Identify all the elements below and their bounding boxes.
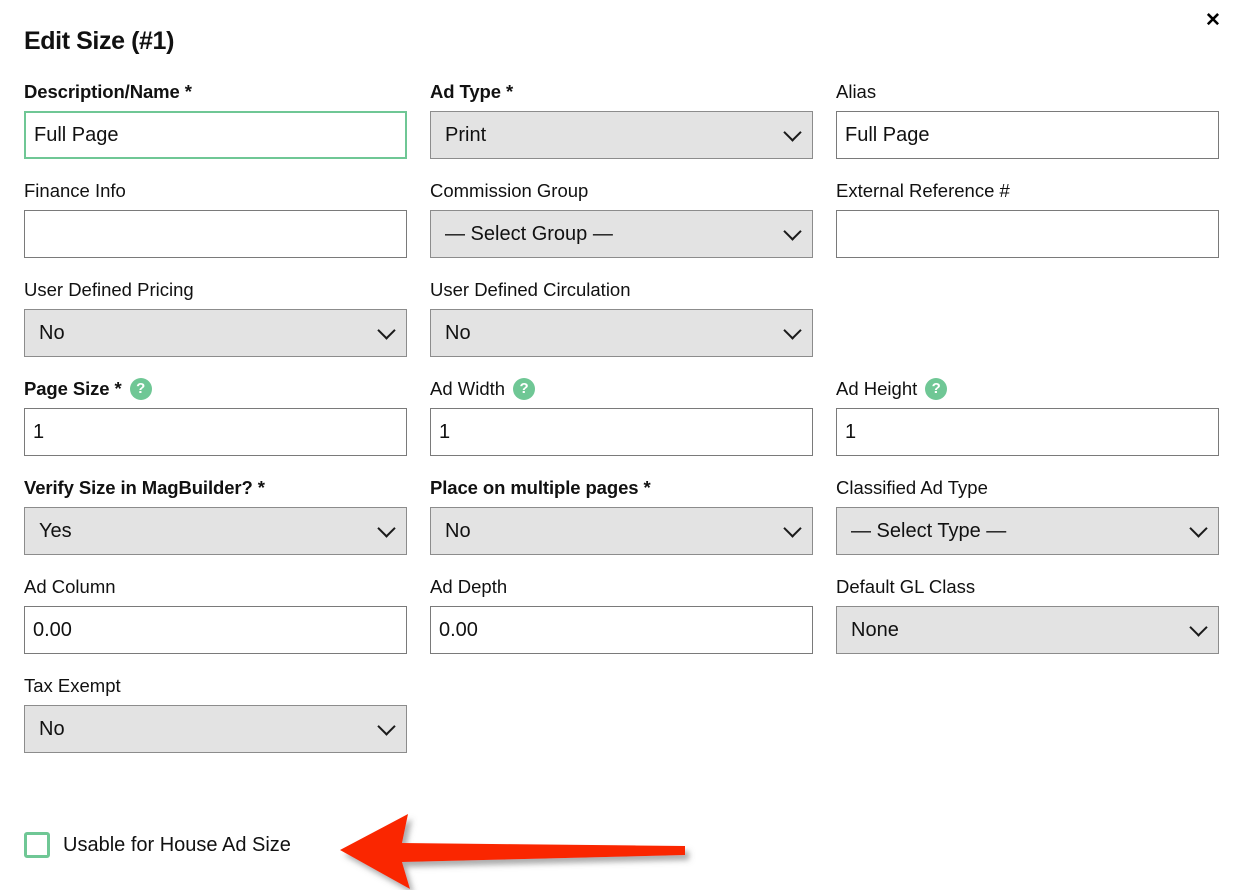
chevron-down-icon [786, 324, 800, 338]
user-defined-circulation-select[interactable]: No [430, 309, 813, 357]
field-user-defined-circulation: User Defined Circulation No [430, 278, 813, 357]
page-title: Edit Size (#1) [24, 27, 174, 55]
chevron-down-icon [1192, 522, 1206, 536]
commission-group-value: — Select Group — [445, 222, 613, 245]
help-icon[interactable]: ? [513, 378, 536, 400]
help-icon[interactable]: ? [925, 378, 948, 400]
classified-ad-type-select[interactable]: — Select Type — [836, 507, 1219, 555]
field-description-name: Description/Name * Full Page [24, 80, 407, 159]
row-spacer [24, 654, 1219, 674]
annotation-arrow-icon [340, 814, 685, 889]
field-classified-ad-type: Classified Ad Type — Select Type — [836, 476, 1219, 555]
close-icon[interactable]: ✕ [1200, 8, 1226, 34]
default-gl-class-value: None [851, 618, 899, 641]
tax-exempt-value: No [39, 717, 65, 740]
row-spacer [24, 555, 1219, 575]
label-ad-height-text: Ad Height [836, 378, 918, 399]
chevron-down-icon [380, 522, 394, 536]
chevron-down-icon [380, 720, 394, 734]
label-ad-width: Ad Width ? [430, 377, 813, 401]
label-ad-type: Ad Type * [430, 81, 514, 102]
field-page-size: Page Size * ? 1 [24, 377, 407, 456]
label-page-size: Page Size * ? [24, 377, 407, 401]
label-page-size-text: Page Size * [24, 378, 122, 399]
verify-size-value: Yes [39, 519, 72, 542]
label-ad-height: Ad Height ? [836, 377, 1219, 401]
place-multiple-pages-select[interactable]: No [430, 507, 813, 555]
row-spacer [24, 357, 1219, 377]
label-user-defined-pricing: User Defined Pricing [24, 279, 194, 300]
ad-column-input[interactable]: 0.00 [24, 606, 407, 654]
field-ad-height: Ad Height ? 1 [836, 377, 1219, 456]
alias-input[interactable]: Full Page [836, 111, 1219, 159]
label-finance-info: Finance Info [24, 180, 126, 201]
external-reference-input[interactable] [836, 210, 1219, 258]
tax-exempt-select[interactable]: No [24, 705, 407, 753]
ad-type-value: Print [445, 123, 487, 146]
label-ad-depth: Ad Depth [430, 576, 508, 597]
label-tax-exempt: Tax Exempt [24, 675, 121, 696]
label-place-multiple-pages: Place on multiple pages * [430, 477, 651, 498]
page-size-input[interactable]: 1 [24, 408, 407, 456]
field-usable-house-ad-size: Usable for House Ad Size [24, 832, 291, 858]
label-user-defined-circulation: User Defined Circulation [430, 279, 631, 300]
usable-house-ad-size-checkbox[interactable] [24, 832, 50, 858]
field-default-gl-class: Default GL Class None [836, 575, 1219, 654]
label-description-name: Description/Name * [24, 81, 192, 102]
field-external-reference: External Reference # [836, 179, 1219, 258]
label-ad-column: Ad Column [24, 576, 116, 597]
ad-height-input[interactable]: 1 [836, 408, 1219, 456]
field-commission-group: Commission Group — Select Group — [430, 179, 813, 258]
user-defined-pricing-value: No [39, 321, 65, 344]
verify-size-select[interactable]: Yes [24, 507, 407, 555]
field-finance-info: Finance Info [24, 179, 407, 258]
form-row-2: Finance Info Commission Group — Select G… [24, 179, 1219, 258]
form-row-7: Tax Exempt No [24, 674, 1219, 753]
field-ad-depth: Ad Depth 0.00 [430, 575, 813, 654]
usable-house-ad-size-label: Usable for House Ad Size [63, 833, 291, 856]
commission-group-select[interactable]: — Select Group — [430, 210, 813, 258]
label-default-gl-class: Default GL Class [836, 576, 976, 597]
user-defined-circulation-value: No [445, 321, 471, 344]
label-ad-width-text: Ad Width [430, 378, 506, 399]
edit-size-form: Description/Name * Full Page Ad Type * P… [24, 80, 1219, 753]
label-external-reference: External Reference # [836, 180, 1010, 201]
field-ad-width: Ad Width ? 1 [430, 377, 813, 456]
field-verify-size: Verify Size in MagBuilder? * Yes [24, 476, 407, 555]
form-row-4: Page Size * ? 1 Ad Width ? 1 Ad Height ?… [24, 377, 1219, 456]
field-user-defined-pricing: User Defined Pricing No [24, 278, 407, 357]
place-multiple-pages-value: No [445, 519, 471, 542]
help-icon[interactable]: ? [129, 378, 152, 400]
form-row-3: User Defined Pricing No User Defined Cir… [24, 278, 1219, 357]
label-commission-group: Commission Group [430, 180, 589, 201]
finance-info-input[interactable] [24, 210, 407, 258]
label-alias: Alias [836, 81, 877, 102]
row-spacer [24, 159, 1219, 179]
chevron-down-icon [786, 225, 800, 239]
user-defined-pricing-select[interactable]: No [24, 309, 407, 357]
ad-depth-input[interactable]: 0.00 [430, 606, 813, 654]
ad-type-select[interactable]: Print [430, 111, 813, 159]
classified-ad-type-value: — Select Type — [851, 519, 1007, 542]
form-row-6: Ad Column 0.00 Ad Depth 0.00 Default GL … [24, 575, 1219, 654]
label-classified-ad-type: Classified Ad Type [836, 477, 988, 498]
field-alias: Alias Full Page [836, 80, 1219, 159]
chevron-down-icon [380, 324, 394, 338]
description-name-input[interactable]: Full Page [24, 111, 407, 159]
form-row-1: Description/Name * Full Page Ad Type * P… [24, 80, 1219, 159]
row-spacer [24, 456, 1219, 476]
field-place-multiple-pages: Place on multiple pages * No [430, 476, 813, 555]
ad-width-input[interactable]: 1 [430, 408, 813, 456]
label-verify-size: Verify Size in MagBuilder? * [24, 477, 265, 498]
chevron-down-icon [786, 126, 800, 140]
field-ad-type: Ad Type * Print [430, 80, 813, 159]
chevron-down-icon [786, 522, 800, 536]
chevron-down-icon [1192, 621, 1206, 635]
form-row-5: Verify Size in MagBuilder? * Yes Place o… [24, 476, 1219, 555]
default-gl-class-select[interactable]: None [836, 606, 1219, 654]
field-ad-column: Ad Column 0.00 [24, 575, 407, 654]
edit-size-modal: ✕ Edit Size (#1) Description/Name * Full… [0, 0, 1240, 896]
field-tax-exempt: Tax Exempt No [24, 674, 407, 753]
row-spacer [24, 258, 1219, 278]
